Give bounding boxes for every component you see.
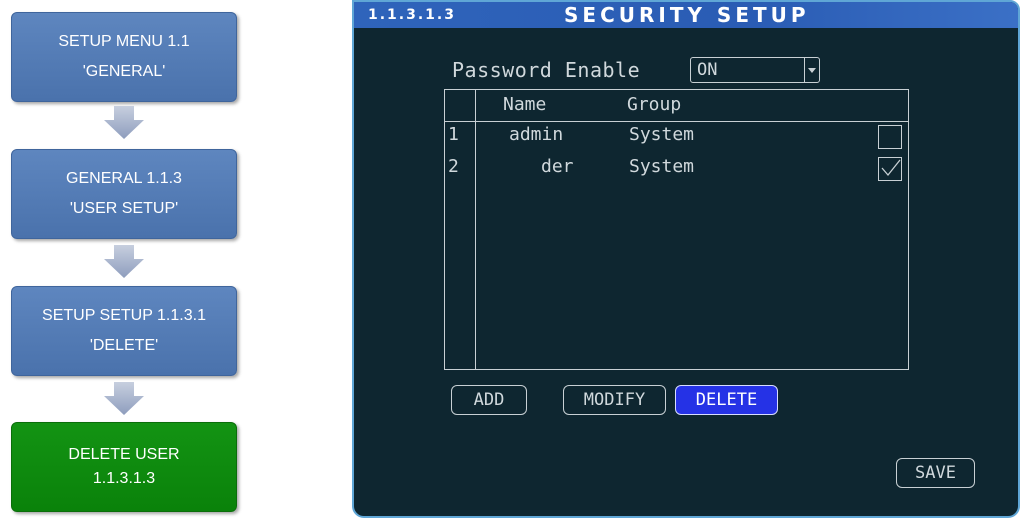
row-name: admin	[509, 124, 564, 145]
security-setup-screen: 1.1.3.1.3 SECURITY SETUP Password Enable…	[352, 0, 1020, 518]
menu-number: 1.1.3.1.3	[368, 7, 456, 23]
row-group: System	[629, 156, 695, 177]
checkmark-icon	[881, 159, 901, 177]
password-enable-select[interactable]: ON	[690, 57, 820, 83]
row-group: System	[629, 124, 695, 145]
column-header-name: Name	[503, 94, 547, 115]
down-arrow-icon	[104, 106, 144, 139]
flow-step-subtitle: 'DELETE'	[89, 337, 159, 354]
flow-step-title: DELETE USER	[68, 446, 180, 463]
delete-button[interactable]: DELETE	[675, 385, 778, 415]
flow-step-subtitle: 'GENERAL'	[82, 63, 166, 80]
flow-step-subtitle: 'USER SETUP'	[69, 200, 179, 217]
flow-step-user-setup: GENERAL 1.1.3 'USER SETUP'	[11, 149, 237, 239]
column-divider	[475, 90, 476, 369]
row-index: 1	[448, 124, 459, 145]
column-header-group: Group	[627, 94, 682, 115]
flow-step-title: GENERAL 1.1.3	[66, 170, 182, 187]
row-name: der	[541, 156, 574, 177]
row-checkbox[interactable]	[878, 125, 902, 149]
screen-title: SECURITY SETUP	[564, 3, 810, 27]
password-enable-label: Password Enable	[452, 58, 641, 82]
row-index: 2	[448, 156, 459, 177]
down-arrow-icon	[104, 245, 144, 278]
save-button[interactable]: SAVE	[896, 458, 975, 488]
header-divider	[445, 121, 908, 122]
flow-step-delete: SETUP SETUP 1.1.3.1 'DELETE'	[11, 286, 237, 376]
down-arrow-icon	[104, 382, 144, 415]
dropdown-arrow-icon[interactable]	[804, 58, 819, 82]
modify-button[interactable]: MODIFY	[563, 385, 666, 415]
flow-step-general: SETUP MENU 1.1 'GENERAL'	[11, 12, 237, 102]
user-table: Name Group 1 admin System 2 der System	[444, 89, 909, 370]
flow-step-title: SETUP SETUP 1.1.3.1	[42, 307, 206, 324]
flow-step-title: SETUP MENU 1.1	[58, 33, 190, 50]
password-enable-value: ON	[697, 60, 718, 80]
title-bar: 1.1.3.1.3 SECURITY SETUP	[354, 2, 1018, 28]
flow-step-delete-user: DELETE USER 1.1.3.1.3	[11, 422, 237, 512]
flow-step-subtitle: 1.1.3.1.3	[92, 470, 156, 487]
row-checkbox-checked[interactable]	[878, 157, 902, 181]
add-button[interactable]: ADD	[451, 385, 527, 415]
